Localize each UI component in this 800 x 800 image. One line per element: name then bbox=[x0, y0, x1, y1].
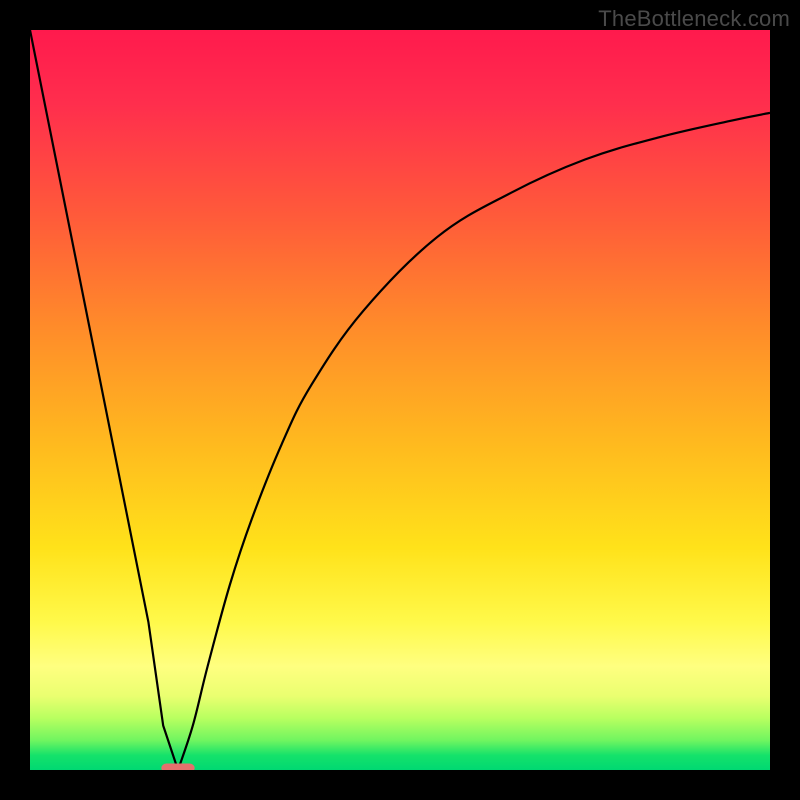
series-right-branch bbox=[178, 113, 770, 770]
curve-left bbox=[30, 30, 178, 770]
plot-area bbox=[30, 30, 770, 770]
watermark-text: TheBottleneck.com bbox=[598, 6, 790, 32]
series-left-branch bbox=[30, 30, 178, 770]
bottleneck-marker-group bbox=[161, 764, 194, 770]
curve-right bbox=[178, 113, 770, 770]
chart-svg bbox=[30, 30, 770, 770]
chart-frame: TheBottleneck.com bbox=[0, 0, 800, 800]
bottleneck-marker bbox=[161, 764, 194, 770]
